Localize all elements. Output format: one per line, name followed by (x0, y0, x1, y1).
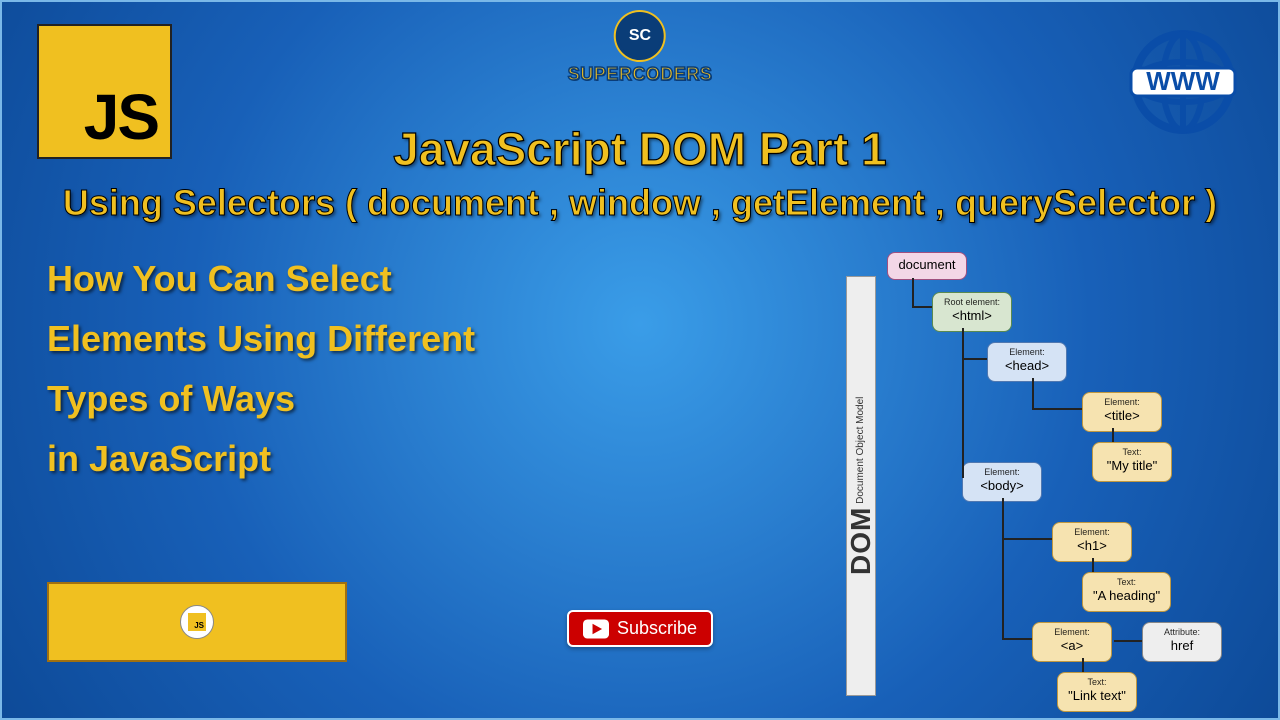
mini-js-badge-icon: JS (180, 605, 214, 639)
description-line: Types of Ways (47, 372, 475, 426)
description-block: How You Can Select Elements Using Differ… (47, 252, 475, 492)
description-line: in JavaScript (47, 432, 475, 486)
js-logo-text: JS (84, 85, 158, 149)
node-title-text: Text:"My title" (1092, 442, 1172, 482)
description-line: Elements Using Different (47, 312, 475, 366)
subscribe-button[interactable]: Subscribe (567, 610, 713, 647)
dom-tree-diagram: DOM Document Object Model document Root … (802, 252, 1262, 712)
node-a-attr: Attribute:href (1142, 622, 1222, 662)
subscribe-label: Subscribe (617, 618, 697, 639)
youtube-play-icon (583, 619, 609, 639)
www-globe-icon: WWW (1123, 22, 1243, 142)
node-a: Element:<a> (1032, 622, 1112, 662)
node-h1: Element:<h1> (1052, 522, 1132, 562)
brand-badge: SC SUPERCODERS (568, 12, 713, 85)
node-title: Element:<title> (1082, 392, 1162, 432)
js-logo: JS (37, 24, 172, 159)
node-a-text: Text:"Link text" (1057, 672, 1137, 712)
description-line: How You Can Select (47, 252, 475, 306)
brand-circle-icon: SC (616, 12, 664, 60)
node-html: Root element:<html> (932, 292, 1012, 332)
node-body: Element:<body> (962, 462, 1042, 502)
node-document: document (887, 252, 967, 280)
node-h1-text: Text:"A heading" (1082, 572, 1171, 612)
svg-text:WWW: WWW (1146, 66, 1220, 96)
main-title: JavaScript DOM Part 1 (393, 122, 886, 176)
footer-banner: JS (47, 582, 347, 662)
dom-spine-label: DOM Document Object Model (846, 276, 876, 696)
brand-name: SUPERCODERS (568, 64, 713, 85)
node-head: Element:<head> (987, 342, 1067, 382)
subtitle: Using Selectors ( document , window , ge… (63, 182, 1217, 224)
